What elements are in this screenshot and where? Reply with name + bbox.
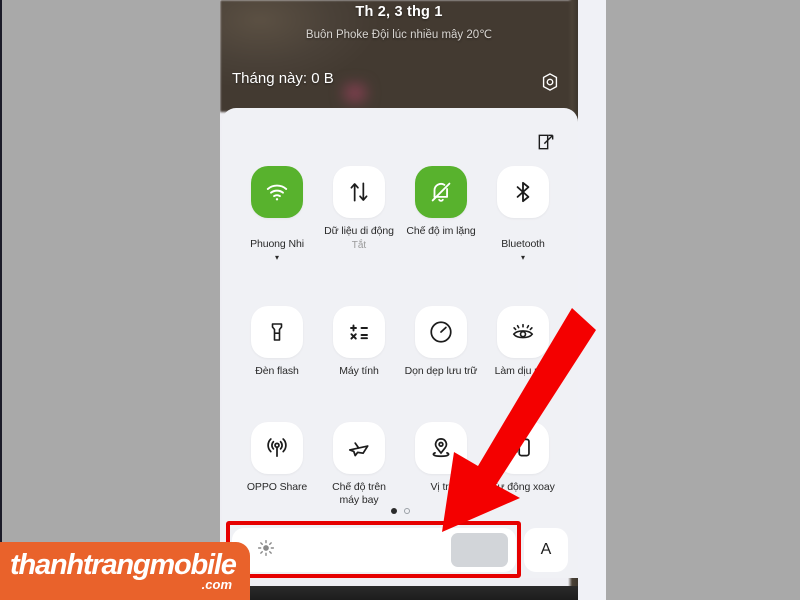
brightness-sun-icon [256, 538, 276, 563]
watermark-name: thanhtrangmobile [10, 549, 237, 581]
navigation-bar [220, 586, 578, 600]
tile-label: Làm dịu mắt [494, 365, 552, 377]
tile-silent-mode[interactable]: Chế độ im lặng [400, 166, 482, 264]
tile-label-text: Bluetooth [501, 238, 545, 250]
letterbox-right-gray [606, 0, 800, 600]
letterbox-left [0, 0, 220, 600]
edit-square-icon[interactable] [536, 132, 556, 152]
tile-storage-cleanup[interactable]: Dọn dẹp lưu trữ [400, 306, 482, 378]
airplane-icon[interactable] [333, 422, 385, 474]
tile-eye-comfort[interactable]: Làm dịu mắt [482, 306, 564, 378]
mobile-data-icon[interactable] [333, 166, 385, 218]
tile-label: Dọn dẹp lưu trữ [404, 365, 478, 377]
settings-gear-icon[interactable] [538, 70, 562, 94]
brightness-slider[interactable] [232, 528, 516, 572]
tile-label-text: Phuong Nhi [250, 238, 304, 250]
bell-muted-icon[interactable] [415, 166, 467, 218]
tile-label: Dữ liệu di động [324, 225, 394, 237]
data-usage-label: Tháng này: 0 B [232, 70, 334, 87]
lockscreen-weather: Buôn Phoke Đội lúc nhiều mây 20℃ [305, 29, 493, 41]
chevron-down-icon[interactable]: ▾ [521, 253, 525, 262]
lockscreen-date: Th 2, 3 thg 1 [355, 4, 443, 20]
auto-brightness-button[interactable]: A [524, 528, 568, 572]
quick-settings-grid-row2: Đèn flash Máy tính Dọn dẹp lưu trữ Làm d… [236, 306, 564, 378]
tile-label: Bluetooth ▾ [501, 225, 545, 264]
tile-auto-rotate[interactable]: Tự động xoay [482, 422, 564, 507]
location-pin-icon[interactable] [415, 422, 467, 474]
tile-location[interactable]: Vị trí [400, 422, 482, 507]
calculator-icon[interactable] [333, 306, 385, 358]
quick-settings-grid-row1: Phuong Nhi ▾ Dữ liệu di động Tắt Chế độ … [236, 166, 564, 264]
tile-label: Phuong Nhi ▾ [250, 225, 304, 264]
wifi-icon[interactable] [251, 166, 303, 218]
bluetooth-icon[interactable] [497, 166, 549, 218]
watermark-logo: thanhtrangmobile .com [0, 542, 250, 600]
flashlight-icon[interactable] [251, 306, 303, 358]
brightness-row: A [232, 526, 568, 574]
letterbox-right [578, 0, 800, 600]
tile-calculator[interactable]: Máy tính [318, 306, 400, 378]
tile-mobile-data[interactable]: Dữ liệu di động Tắt [318, 166, 400, 264]
tile-oppo-share[interactable]: OPPO Share [236, 422, 318, 507]
page-dot-inactive[interactable] [403, 508, 410, 514]
auto-rotate-icon[interactable] [497, 422, 549, 474]
phone-screen: Th 2, 3 thg 1 Buôn Phoke Đội lúc nhiều m… [220, 0, 578, 600]
tile-flashlight[interactable]: Đèn flash [236, 306, 318, 378]
tile-airplane-mode[interactable]: Chế độ trên máy bay [318, 422, 400, 507]
eye-comfort-icon[interactable] [497, 306, 549, 358]
broadcast-icon[interactable] [251, 422, 303, 474]
quick-settings-panel: Phuong Nhi ▾ Dữ liệu di động Tắt Chế độ … [222, 108, 578, 578]
tile-sublabel: Tắt [351, 240, 367, 251]
wallpaper-color-blob [338, 78, 372, 108]
watermark-tld: .com [201, 577, 232, 592]
tile-label: OPPO Share [246, 481, 308, 493]
chevron-down-icon[interactable]: ▾ [275, 253, 279, 262]
tile-label: Tự động xoay [491, 481, 555, 493]
gauge-icon[interactable] [415, 306, 467, 358]
tile-label: Đèn flash [255, 365, 299, 377]
tile-label: Máy tính [339, 365, 379, 377]
tile-label: Vị trí [430, 481, 452, 493]
tile-bluetooth[interactable]: Bluetooth ▾ [482, 166, 564, 264]
quick-settings-grid-row3: OPPO Share Chế độ trên máy bay Vị trí Tự… [236, 422, 564, 507]
screenshot-root: Th 2, 3 thg 1 Buôn Phoke Đội lúc nhiều m… [0, 0, 800, 600]
page-dot-active[interactable] [390, 508, 397, 514]
brightness-slider-thumb[interactable] [451, 533, 508, 567]
tile-wifi[interactable]: Phuong Nhi ▾ [236, 166, 318, 264]
tile-label: Chế độ im lặng [406, 225, 476, 237]
page-indicator [222, 508, 578, 514]
tile-label: Chế độ trên máy bay [332, 481, 386, 506]
